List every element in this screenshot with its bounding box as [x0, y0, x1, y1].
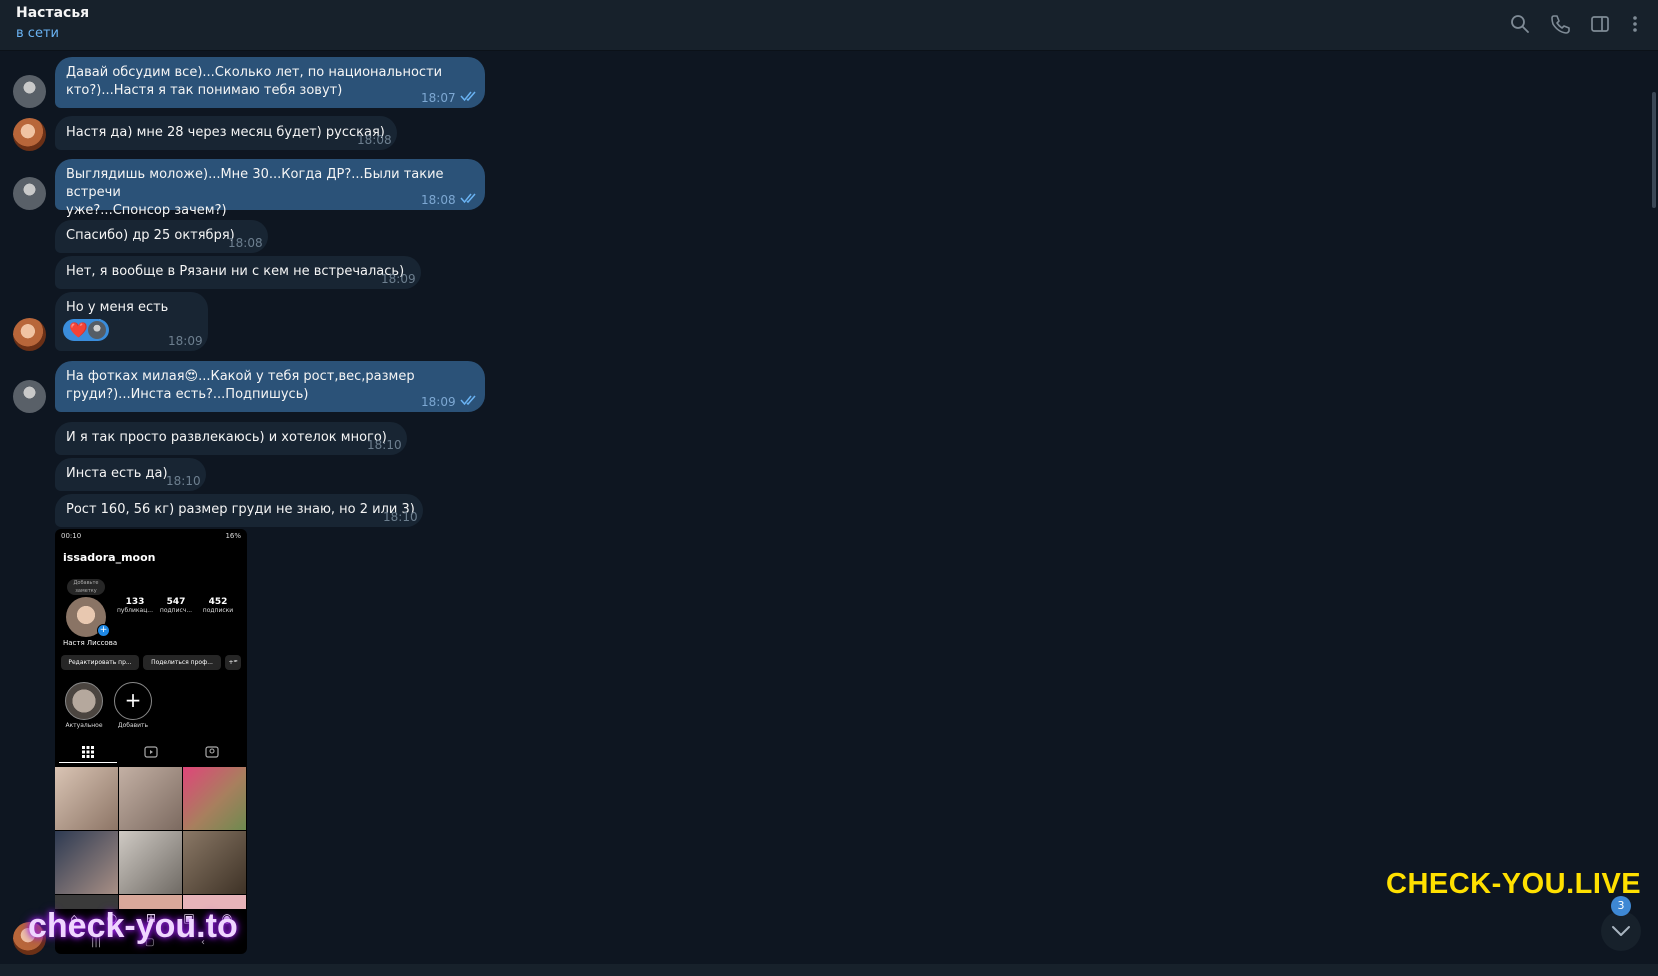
search-icon[interactable]	[1509, 13, 1531, 35]
my-avatar[interactable]	[13, 380, 46, 413]
message-time: 18:08	[228, 236, 263, 250]
message-time: 18:09	[168, 334, 203, 348]
highlight-label: Актуальное	[65, 722, 103, 729]
tagged-icon	[205, 746, 219, 758]
add-highlight-plus-icon: +	[114, 682, 152, 720]
message-time: 18:10	[383, 510, 418, 524]
message-incoming[interactable]: Нет, я вообще в Рязани ни с кем не встре…	[55, 256, 421, 289]
stat-following: 452 подписки	[202, 597, 234, 614]
post-thumbnail	[55, 767, 118, 830]
contact-avatar[interactable]	[13, 318, 46, 351]
stat-followers: 547 подписч...	[159, 597, 193, 614]
chevron-down-icon	[1612, 926, 1630, 936]
phone-battery: 16%	[225, 532, 241, 540]
post-thumbnail	[183, 767, 246, 830]
stat-posts: 133 публикац...	[116, 597, 153, 614]
add-person-icon: +ꟹ	[225, 655, 241, 670]
watermark-yellow: CHECK-YOU.LIVE	[1386, 868, 1642, 900]
add-story-icon: +	[97, 624, 110, 637]
message-incoming[interactable]: Инста есть да) 18:10	[55, 458, 206, 491]
more-vertical-icon[interactable]	[1624, 13, 1646, 35]
message-text: И я так просто развлекаюсь) и хотелок мн…	[66, 430, 387, 445]
instagram-note-bubble: Добавьте заметку	[67, 579, 105, 595]
message-incoming[interactable]: Спасибо) др 25 октября) 18:08	[55, 220, 268, 253]
phone-icon[interactable]	[1549, 13, 1571, 35]
message-time: 18:07	[421, 91, 456, 105]
phone-status-time: 00:10	[61, 532, 82, 540]
post-thumbnail	[119, 831, 182, 894]
message-incoming[interactable]: Но у меня есть дочь) ❤️ 18:09	[55, 292, 208, 351]
instagram-full-name: Настя Лиссова	[63, 639, 118, 647]
my-avatar[interactable]	[13, 75, 46, 108]
message-text: На фотках милая😍...Какой у тебя рост,вес…	[66, 369, 415, 402]
message-outgoing[interactable]: Выглядишь моложе)...Мне 30...Когда ДР?..…	[55, 159, 485, 218]
chat-header: Настасья в сети	[0, 0, 1658, 51]
message-time: 18:09	[421, 395, 456, 409]
sidebar-toggle-icon[interactable]	[1589, 13, 1611, 35]
instagram-username: issadora_moon	[63, 551, 156, 564]
reels-icon	[144, 746, 158, 758]
message-outgoing[interactable]: Давай обсудим все)...Сколько лет, по нац…	[55, 57, 485, 108]
message-text: Настя да) мне 28 через месяц будет) русс…	[66, 125, 385, 140]
message-text: Рост 160, 56 кг) размер груди не знаю, н…	[66, 502, 415, 517]
scroll-to-bottom-button[interactable]	[1601, 911, 1641, 951]
contact-status: в сети	[16, 26, 59, 41]
read-double-check-icon	[460, 193, 476, 204]
scrollbar-thumb[interactable]	[1652, 92, 1656, 208]
highlight-cover	[65, 682, 103, 720]
message-time: 18:08	[421, 193, 456, 207]
watermark-purple: check-you.to	[28, 907, 238, 945]
post-thumbnail	[119, 767, 182, 830]
message-incoming[interactable]: И я так просто развлекаюсь) и хотелок мн…	[55, 422, 407, 455]
contact-avatar[interactable]	[13, 118, 46, 151]
shared-screenshot-image[interactable]: 00:10 16% issadora_moon Добавьте заметку…	[55, 529, 247, 954]
read-double-check-icon	[460, 91, 476, 102]
message-incoming[interactable]: Настя да) мне 28 через месяц будет) русс…	[55, 116, 397, 150]
active-tab-indicator	[59, 762, 117, 763]
message-text: Инста есть да)	[66, 466, 168, 481]
message-time: 18:10	[166, 474, 201, 488]
composer-edge	[0, 964, 1658, 976]
message-time: 18:10	[367, 438, 402, 452]
message-time: 18:09	[381, 272, 416, 286]
my-avatar[interactable]	[13, 177, 46, 210]
message-scrollbar[interactable]	[1648, 50, 1658, 966]
message-outgoing[interactable]: На фотках милая😍...Какой у тебя рост,вес…	[55, 361, 485, 412]
message-text: Спасибо) др 25 октября)	[66, 228, 235, 243]
grid-icon	[82, 746, 94, 758]
message-time: 18:08	[357, 133, 392, 147]
post-thumbnail	[183, 831, 246, 894]
contact-name[interactable]: Настасья	[16, 5, 89, 21]
post-thumbnail	[55, 831, 118, 894]
read-double-check-icon	[460, 395, 476, 406]
highlight-label: Добавить	[117, 722, 149, 729]
reactor-avatar	[88, 321, 106, 339]
reaction-chip[interactable]: ❤️	[63, 319, 109, 341]
message-text: Давай обсудим все)...Сколько лет, по нац…	[66, 65, 443, 98]
message-incoming[interactable]: Рост 160, 56 кг) размер груди не знаю, н…	[55, 494, 423, 527]
unread-count-badge: 3	[1611, 896, 1631, 916]
heart-reaction-icon: ❤️	[69, 321, 88, 339]
edit-profile-button: Редактировать пр...	[61, 655, 139, 670]
share-profile-button: Поделиться проф...	[143, 655, 221, 670]
message-text: Нет, я вообще в Рязани ни с кем не встре…	[66, 264, 405, 279]
